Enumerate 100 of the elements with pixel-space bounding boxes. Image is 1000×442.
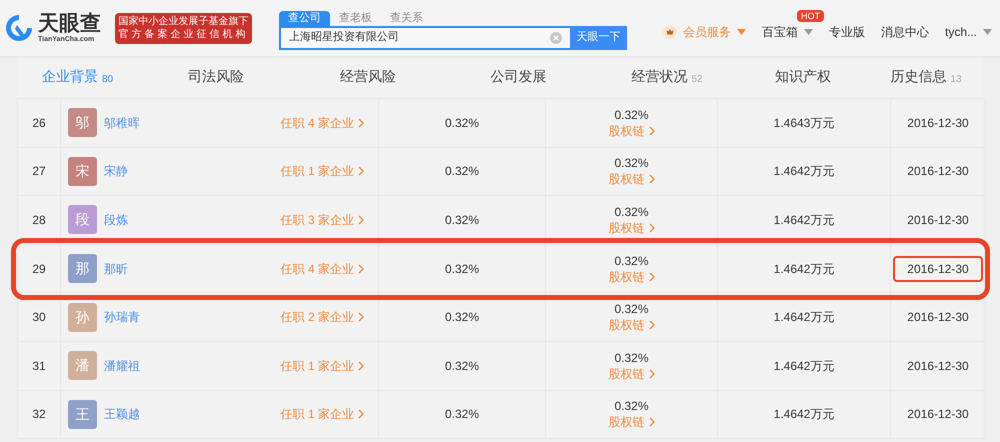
section-tab[interactable]: 经营状况 52 (595, 66, 739, 86)
ratio-cell: 0.32% (614, 204, 649, 220)
positions-link[interactable]: 任职 1 家企业 (280, 162, 364, 180)
row-index: 29 (32, 260, 46, 278)
ratio-cell-text: 0.32% (444, 114, 480, 132)
positions-link[interactable]: 任职 3 家企业 (280, 210, 364, 229)
logo-icon (4, 13, 34, 43)
amount-cell-text: 1.4642万元 (774, 309, 834, 326)
section-tab[interactable]: 司法风险 (138, 66, 294, 86)
ratio-cell: 0.32% (614, 106, 649, 123)
date-cell-text: 2016-12-30 (906, 212, 970, 229)
date-cell-text: 2016-12-30 (906, 358, 970, 375)
avatar: 那 (68, 254, 97, 284)
amount-cell-text: 1.4642万元 (774, 406, 834, 424)
ratio-cell: 0.32% (614, 252, 649, 269)
section-tab[interactable]: 经营风险 (294, 66, 442, 86)
caret-icon (736, 29, 746, 35)
chevron-right-icon (358, 312, 364, 322)
amount-cell-text: 1.4642万元 (774, 163, 834, 180)
chevron-right-icon (358, 118, 364, 128)
ratio-cell-text: 0.32% (444, 358, 480, 375)
section-tab[interactable]: 历史信息 13 (867, 66, 985, 86)
person-link[interactable]: 宋静 (104, 162, 128, 180)
amount-cell-text: 1.4642万元 (774, 358, 834, 375)
row-index: 28 (32, 212, 46, 229)
chevron-right-icon (358, 360, 364, 371)
ratio-cell-text: 0.32% (444, 260, 480, 278)
positions-link[interactable]: 任职 4 家企业 (280, 114, 364, 132)
chevron-right-icon (648, 368, 654, 379)
equity-chain-link[interactable]: 股权链 (608, 171, 654, 188)
ratio-cell: 0.32% (614, 155, 649, 172)
positions-link[interactable]: 任职 1 家企业 (280, 405, 364, 424)
caret-icon (804, 29, 813, 35)
chevron-right-icon (358, 264, 364, 274)
person-link[interactable]: 潘耀祖 (104, 356, 140, 375)
avatar: 段 (68, 205, 97, 234)
person-link[interactable]: 段炼 (104, 210, 128, 229)
caret-icon (983, 29, 992, 35)
person-link[interactable]: 那昕 (104, 260, 128, 278)
chevron-right-icon (358, 166, 364, 176)
chevron-right-icon (648, 272, 654, 282)
person-link[interactable]: 孙瑞青 (104, 308, 140, 326)
row-index: 31 (32, 358, 46, 375)
date-cell-text: 2016-12-30 (906, 309, 970, 326)
row-index: 27 (32, 163, 46, 180)
date-cell-text: 2016-12-30 (906, 163, 970, 180)
ratio-cell: 0.32% (614, 398, 649, 414)
ratio-cell: 0.32% (614, 301, 649, 318)
chevron-right-icon (358, 214, 364, 225)
avatar: 孙 (68, 302, 97, 332)
positions-link[interactable]: 任职 2 家企业 (280, 308, 364, 326)
nav-link[interactable]: 专业版 (822, 23, 871, 41)
amount-cell-text: 1.4642万元 (774, 212, 834, 229)
search-tab[interactable]: 查公司 (279, 10, 330, 26)
badge-text: 国家中小企业发展子基金旗下 (118, 15, 248, 28)
chevron-right-icon (648, 126, 654, 136)
hot-badge: HOT (796, 10, 824, 22)
equity-chain-link[interactable]: 股权链 (608, 317, 654, 334)
positions-link[interactable]: 任职 4 家企业 (280, 260, 364, 278)
search-tab[interactable]: 查老板 (330, 10, 381, 26)
chevron-right-icon (648, 417, 654, 428)
crown-icon (662, 25, 677, 39)
ratio-cell-text: 0.32% (444, 163, 480, 180)
search-tab[interactable]: 查关系 (381, 10, 432, 26)
amount-cell-text: 1.4642万元 (774, 260, 834, 278)
ratio-cell-text: 0.32% (444, 406, 480, 424)
section-tab[interactable]: 企业背景 80 (17, 66, 138, 86)
vip-menu[interactable]: 会员服务 (656, 23, 752, 41)
chevron-right-icon (648, 320, 654, 330)
nav-link[interactable]: 消息中心 (874, 23, 935, 41)
chevron-right-icon (648, 174, 654, 184)
equity-chain-link[interactable]: 股权链 (608, 122, 654, 139)
chevron-right-icon (648, 222, 654, 233)
row-index: 32 (32, 406, 46, 424)
clear-icon[interactable] (550, 32, 562, 44)
ratio-cell-text: 0.32% (444, 309, 480, 326)
search-field[interactable]: 上海昭星投资有限公司 (279, 26, 570, 50)
avatar: 邬 (68, 108, 97, 138)
avatar: 潘 (68, 351, 97, 380)
section-tab[interactable]: 公司发展 (442, 66, 595, 86)
avatar: 宋 (68, 156, 97, 186)
equity-chain-link[interactable]: 股权链 (608, 414, 654, 430)
avatar: 王 (68, 400, 97, 429)
equity-chain-link[interactable]: 股权链 (608, 268, 654, 285)
equity-chain-link[interactable]: 股权链 (608, 220, 654, 236)
badge-text: 官方备案企业征信机构 (118, 28, 248, 41)
row-index: 26 (32, 114, 46, 132)
date-cell-text: 2016-12-30 (906, 406, 970, 424)
person-link[interactable]: 王颖越 (104, 405, 140, 424)
chevron-right-icon (358, 409, 364, 420)
equity-chain-link[interactable]: 股权链 (608, 366, 654, 382)
section-tab[interactable]: 知识产权 (739, 66, 867, 86)
search-value: 上海昭星投资有限公司 (289, 30, 400, 46)
positions-link[interactable]: 任职 1 家企业 (280, 356, 364, 375)
user-menu[interactable]: tych... (938, 23, 998, 41)
person-link[interactable]: 邬稚晖 (104, 114, 140, 132)
logo-text: 天眼查 (38, 12, 101, 34)
ratio-cell: 0.32% (614, 350, 649, 366)
search-button[interactable]: 天眼一下 (570, 26, 627, 50)
amount-cell-text: 1.4643万元 (774, 114, 834, 132)
